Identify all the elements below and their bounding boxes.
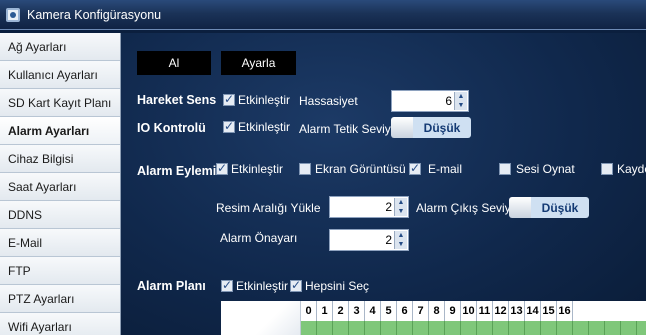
- hour-header[interactable]: 13: [509, 301, 525, 321]
- hour-header[interactable]: 15: [541, 301, 557, 321]
- interval-stepper[interactable]: 2 ▲ ▼: [329, 196, 409, 218]
- email-checkbox[interactable]: [409, 161, 421, 175]
- dropdown-knob-icon: [509, 197, 531, 218]
- preset-stepper[interactable]: 2 ▲ ▼: [329, 229, 409, 251]
- stepper-arrows-icon[interactable]: ▲ ▼: [394, 198, 407, 216]
- schedule-hours-header: 0 1 2 3 4 5 6 7 8 9 10 11 12 13 14 15 16: [301, 301, 573, 321]
- sensitivity-label: Hassasiyet: [299, 94, 358, 108]
- alarm-output-dropdown[interactable]: Düşük: [509, 197, 589, 218]
- sidebar-item-sd-kart-kayit-plani[interactable]: SD Kart Kayıt Planı: [0, 89, 120, 117]
- sidebar-item-ddns[interactable]: DDNS: [0, 201, 120, 229]
- motion-label: Hareket Sens: [137, 93, 217, 107]
- hour-header[interactable]: 9: [445, 301, 461, 321]
- hour-header[interactable]: 8: [429, 301, 445, 321]
- dropdown-knob-icon: [391, 117, 413, 138]
- select-all-label: Hepsini Seç: [305, 279, 370, 293]
- sidebar: Ağ Ayarları Kullanıcı Ayarları SD Kart K…: [0, 33, 121, 335]
- screenshot-checkbox[interactable]: [299, 163, 311, 175]
- action-enable-checkbox[interactable]: [216, 161, 228, 175]
- email-label: E-mail: [428, 162, 463, 176]
- sidebar-item-ptz-ayarlari[interactable]: PTZ Ayarları: [0, 285, 120, 313]
- schedule-enable-label: Etkinleştir: [236, 279, 289, 293]
- io-label: IO Kontrolü: [137, 121, 206, 135]
- io-enable-label: Etkinleştir: [238, 120, 291, 134]
- sensitivity-stepper[interactable]: 6 ▲ ▼: [391, 90, 469, 112]
- record-label: Kayde: [617, 162, 646, 176]
- hour-header[interactable]: 4: [365, 301, 381, 321]
- sidebar-item-ag-ayarlari[interactable]: Ağ Ayarları: [0, 33, 120, 61]
- interval-label: Resim Aralığı Yükle: [216, 201, 321, 215]
- schedule-grid-corner: [221, 301, 301, 335]
- schedule-grid[interactable]: 0 1 2 3 4 5 6 7 8 9 10 11 12 13 14 15 16: [221, 301, 646, 335]
- sensitivity-value: 6: [445, 94, 452, 108]
- stepper-arrows-icon[interactable]: ▲ ▼: [454, 92, 467, 110]
- screenshot-label: Ekran Görüntüsü: [315, 162, 406, 176]
- interval-value: 2: [385, 200, 392, 214]
- stepper-arrows-icon[interactable]: ▲ ▼: [394, 231, 407, 249]
- action-enable-label: Etkinleştir: [231, 162, 284, 176]
- io-enable-checkbox[interactable]: [223, 119, 235, 133]
- alarm-output-label: Alarm Çıkış Seviy: [416, 201, 509, 215]
- sidebar-item-email[interactable]: E-Mail: [0, 229, 120, 257]
- sidebar-item-kullanici-ayarlari[interactable]: Kullanıcı Ayarları: [0, 61, 120, 89]
- io-trigger-label: Alarm Tetik Seviy: [299, 122, 391, 136]
- hour-header[interactable]: 5: [381, 301, 397, 321]
- record-checkbox[interactable]: [601, 163, 613, 175]
- alarm-action-label: Alarm Eylemi: [137, 164, 217, 178]
- hour-header[interactable]: 7: [413, 301, 429, 321]
- alarm-schedule-label: Alarm Planı: [137, 279, 206, 293]
- alarm-settings-panel: Al Ayarla Hareket Sens Etkinleştir Hassa…: [121, 33, 646, 335]
- preset-value: 2: [385, 233, 392, 247]
- ayarla-button[interactable]: Ayarla: [221, 51, 296, 75]
- io-trigger-value: Düşük: [413, 117, 471, 138]
- sound-checkbox[interactable]: [499, 163, 511, 175]
- title-bar: Kamera Konfigürasyonu: [0, 0, 646, 30]
- sidebar-item-ftp[interactable]: FTP: [0, 257, 120, 285]
- sidebar-item-saat-ayarlari[interactable]: Saat Ayarları: [0, 173, 120, 201]
- schedule-active-row[interactable]: [301, 321, 646, 335]
- hour-header[interactable]: 2: [333, 301, 349, 321]
- preset-label: Alarm Önayarı: [220, 231, 298, 245]
- window-title: Kamera Konfigürasyonu: [27, 7, 162, 22]
- hour-header[interactable]: 1: [317, 301, 333, 321]
- sound-label: Sesi Oynat: [516, 162, 575, 176]
- hour-header[interactable]: 11: [477, 301, 493, 321]
- select-all-checkbox[interactable]: [290, 278, 302, 292]
- motion-enable-label: Etkinleştir: [238, 93, 291, 107]
- alarm-output-value: Düşük: [531, 197, 589, 218]
- sidebar-item-wifi-ayarlari[interactable]: Wifi Ayarları: [0, 313, 120, 335]
- hour-header[interactable]: 14: [525, 301, 541, 321]
- hour-header[interactable]: 0: [301, 301, 317, 321]
- hour-header[interactable]: 16: [557, 301, 573, 321]
- sidebar-item-alarm-ayarlari[interactable]: Alarm Ayarları: [0, 117, 120, 145]
- sidebar-item-cihaz-bilgisi[interactable]: Cihaz Bilgisi: [0, 145, 120, 173]
- motion-enable-checkbox[interactable]: [223, 92, 235, 106]
- io-trigger-dropdown[interactable]: Düşük: [391, 117, 471, 138]
- schedule-enable-checkbox[interactable]: [221, 278, 233, 292]
- app-icon: [6, 7, 20, 22]
- hour-header[interactable]: 3: [349, 301, 365, 321]
- al-button[interactable]: Al: [137, 51, 211, 75]
- hour-header[interactable]: 10: [461, 301, 477, 321]
- hour-header[interactable]: 12: [493, 301, 509, 321]
- hour-header[interactable]: 6: [397, 301, 413, 321]
